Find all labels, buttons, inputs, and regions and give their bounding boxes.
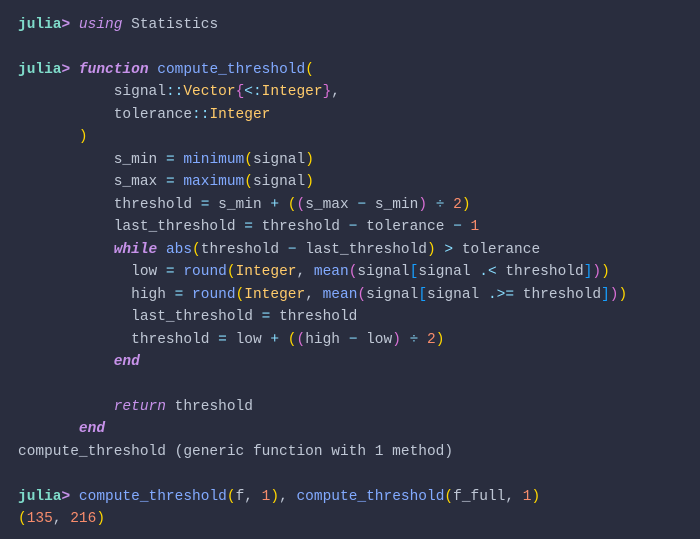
var-s-min: s_min	[114, 152, 158, 168]
keyword-while: while	[114, 242, 158, 258]
call-minimum: minimum	[183, 152, 244, 168]
var-last-threshold: last_threshold	[114, 219, 236, 235]
literal-two: 2	[453, 197, 462, 213]
call-mean: mean	[314, 264, 349, 280]
keyword-using: using	[79, 17, 123, 33]
keyword-end: end	[79, 421, 105, 437]
type-integer: Integer	[262, 84, 323, 100]
prompt: julia>	[18, 489, 70, 505]
var-low: low	[131, 264, 157, 280]
var-high: high	[131, 287, 166, 303]
repl-output: julia> using Statistics julia> function …	[18, 14, 682, 531]
result-tuple: (135, 216)	[18, 511, 105, 527]
var-s-max: s_max	[114, 174, 158, 190]
call-compute-threshold: compute_threshold	[79, 489, 227, 505]
param-signal: signal	[114, 84, 166, 100]
param-tolerance: tolerance	[114, 107, 192, 123]
prompt: julia>	[18, 62, 70, 78]
call-abs: abs	[166, 242, 192, 258]
prompt: julia>	[18, 17, 70, 33]
assign-last-threshold: last_threshold	[131, 309, 253, 325]
call-mean: mean	[323, 287, 358, 303]
call-round: round	[192, 287, 236, 303]
keyword-end: end	[114, 354, 140, 370]
function-name: compute_threshold	[157, 62, 305, 78]
assign-threshold: threshold	[131, 332, 209, 348]
type-vector: Vector	[183, 84, 235, 100]
type-integer: Integer	[209, 107, 270, 123]
call-maximum: maximum	[183, 174, 244, 190]
literal-two: 2	[427, 332, 436, 348]
call-round: round	[183, 264, 227, 280]
call-compute-threshold: compute_threshold	[296, 489, 444, 505]
keyword-return: return	[114, 399, 166, 415]
module-name: Statistics	[131, 17, 218, 33]
var-threshold: threshold	[114, 197, 192, 213]
literal-one: 1	[471, 219, 480, 235]
keyword-function: function	[79, 62, 149, 78]
method-summary: compute_threshold (generic function with…	[18, 444, 453, 460]
